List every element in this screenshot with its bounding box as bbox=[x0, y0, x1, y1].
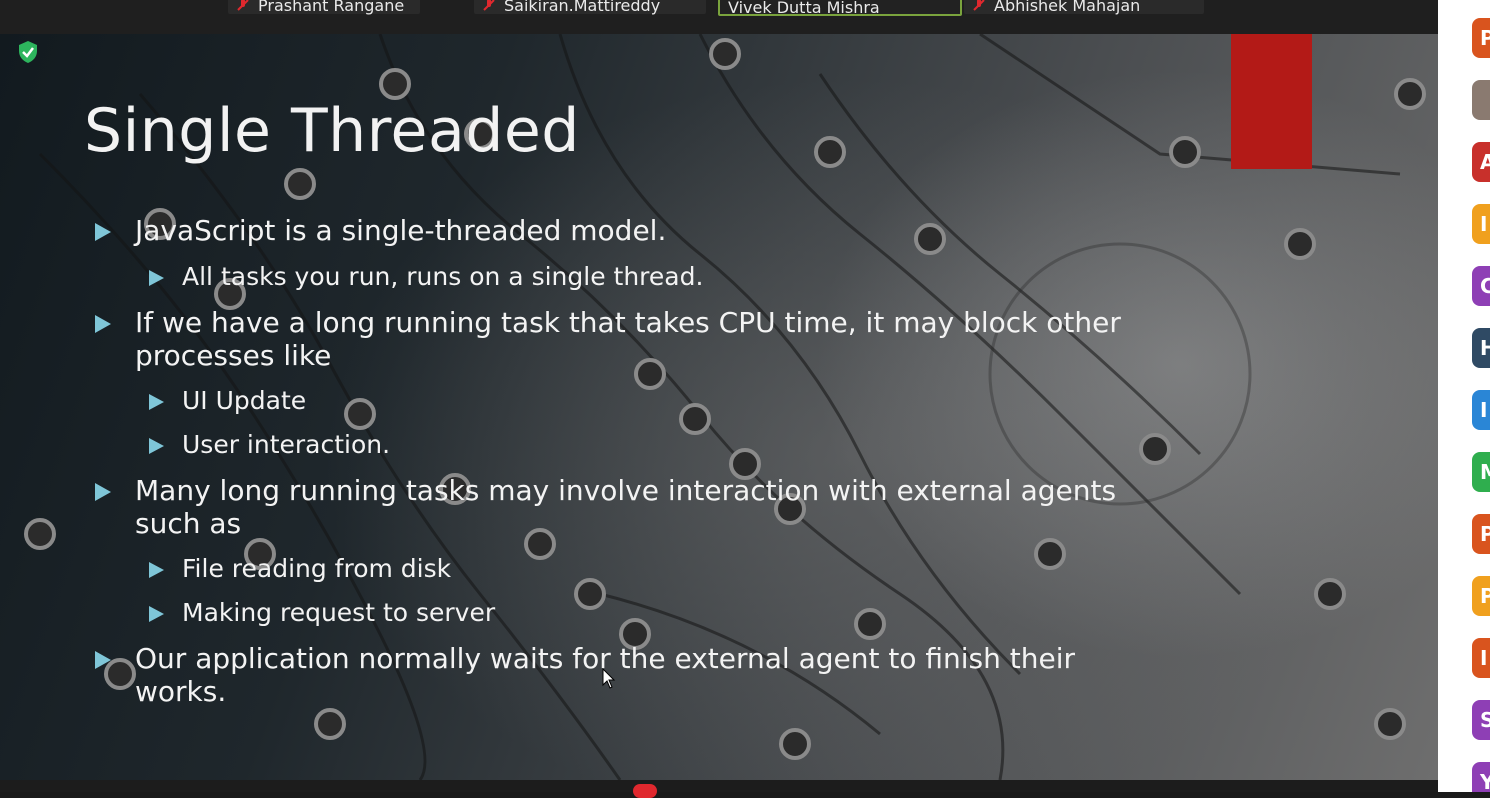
avatar-initial: P bbox=[1480, 26, 1490, 50]
participant-avatar[interactable]: A bbox=[1472, 142, 1490, 182]
participant-strip: Prashant Rangane Saikiran.Mattireddy Viv… bbox=[0, 0, 1438, 34]
participant-avatar[interactable]: M bbox=[1472, 452, 1490, 492]
security-shield-icon[interactable] bbox=[14, 38, 42, 66]
participant-name: Prashant Rangane bbox=[258, 0, 405, 15]
participant-name: Saikiran.Mattireddy bbox=[504, 0, 661, 15]
triangle-bullet-icon bbox=[149, 270, 164, 286]
bullet-text: Many long running tasks may involve inte… bbox=[135, 474, 1117, 507]
avatar-initial: Y bbox=[1480, 770, 1490, 792]
participant-avatar[interactable]: S bbox=[1472, 700, 1490, 740]
bullet-text: All tasks you run, runs on a single thre… bbox=[182, 262, 704, 291]
shared-screen-slide: Single Threaded JavaScript is a single-t… bbox=[0, 34, 1438, 780]
mic-muted-icon bbox=[973, 0, 985, 11]
avatar-initial: A bbox=[1480, 150, 1490, 174]
participant-avatar[interactable]: P bbox=[1472, 18, 1490, 58]
bullet-text-continued: works. bbox=[135, 675, 227, 708]
triangle-bullet-icon bbox=[149, 606, 164, 622]
bullet-text-continued: such as bbox=[135, 507, 242, 540]
meeting-toolbar bbox=[0, 780, 1438, 792]
participant-avatar[interactable]: P bbox=[1472, 576, 1490, 616]
avatar-initial: I bbox=[1480, 398, 1488, 422]
triangle-bullet-icon bbox=[95, 651, 111, 669]
avatar-initial: P bbox=[1480, 522, 1490, 546]
triangle-bullet-icon bbox=[95, 483, 111, 501]
participant-tile[interactable]: Abhishek Mahajan bbox=[964, 0, 1204, 15]
bullet-text: UI Update bbox=[182, 386, 307, 415]
bullet-text: File reading from disk bbox=[182, 554, 452, 583]
participant-avatar[interactable]: C bbox=[1472, 266, 1490, 306]
participant-tile[interactable]: Prashant Rangane bbox=[228, 0, 420, 15]
triangle-bullet-icon bbox=[149, 438, 164, 454]
bullet-text: User interaction. bbox=[182, 430, 391, 459]
participant-tile[interactable]: Saikiran.Mattireddy bbox=[474, 0, 706, 15]
avatar-initial: M bbox=[1480, 460, 1490, 484]
avatar-initial: S bbox=[1480, 708, 1490, 732]
mic-muted-icon bbox=[483, 0, 495, 11]
mic-muted-icon bbox=[237, 0, 249, 11]
participant-name: Abhishek Mahajan bbox=[994, 0, 1141, 15]
participant-tile-active-speaker[interactable]: Vivek Dutta Mishra bbox=[718, 0, 962, 17]
triangle-bullet-icon bbox=[95, 315, 111, 333]
avatar-initial: P bbox=[1480, 584, 1490, 608]
participants-sidebar: P A I C H I M P P I S Y bbox=[1438, 0, 1490, 792]
avatar-initial: I bbox=[1480, 212, 1488, 236]
triangle-bullet-icon bbox=[149, 394, 164, 410]
bullet-text: Making request to server bbox=[182, 598, 496, 627]
avatar-initial: C bbox=[1480, 274, 1490, 298]
avatar-initial: H bbox=[1480, 336, 1490, 360]
participant-avatar-photo[interactable] bbox=[1472, 80, 1490, 120]
bullet-text-continued: processes like bbox=[135, 339, 332, 372]
mouse-cursor-icon bbox=[602, 668, 616, 689]
slide-accent-block bbox=[1231, 34, 1312, 169]
bullet-text: If we have a long running task that take… bbox=[135, 306, 1121, 339]
participant-name: Vivek Dutta Mishra bbox=[728, 0, 880, 17]
participant-avatar[interactable]: H bbox=[1472, 328, 1490, 368]
participant-avatar[interactable]: Y bbox=[1472, 762, 1490, 792]
slide-title: Single Threaded bbox=[84, 96, 580, 166]
avatar-initial: I bbox=[1480, 646, 1488, 670]
participant-avatar[interactable]: I bbox=[1472, 390, 1490, 430]
bullet-text: JavaScript is a single-threaded model. bbox=[135, 214, 667, 247]
triangle-bullet-icon bbox=[149, 562, 164, 578]
notification-badge: 4 bbox=[633, 784, 657, 798]
triangle-bullet-icon bbox=[95, 223, 111, 241]
participant-avatar[interactable]: I bbox=[1472, 204, 1490, 244]
participant-avatar[interactable]: P bbox=[1472, 514, 1490, 554]
participant-avatar[interactable]: I bbox=[1472, 638, 1490, 678]
